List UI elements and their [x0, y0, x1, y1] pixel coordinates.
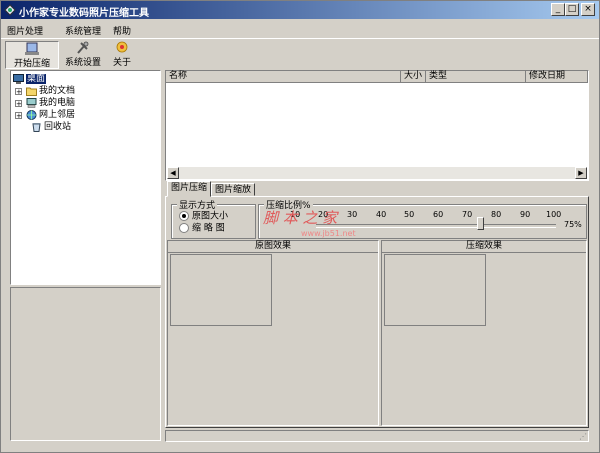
original-preview-pane: 原图效果 [167, 240, 379, 426]
system-settings-button[interactable]: 系统设置 [64, 41, 102, 69]
column-header-modified[interactable]: 修改日期 [526, 71, 588, 83]
menu-bar: 图片处理 系统管理 帮助 [1, 21, 599, 38]
radio-original-size-label: 原图大小 [192, 211, 229, 222]
tick-label: 30 [347, 210, 358, 219]
about-label: 关于 [112, 58, 131, 68]
tick-label: 60 [433, 210, 444, 219]
tree-node-my-documents[interactable]: 我的文档 [26, 85, 75, 97]
folder-icon [26, 87, 37, 96]
start-compress-button[interactable]: 开始压缩 [5, 41, 59, 69]
compressed-image-area [384, 254, 486, 326]
file-list[interactable]: 名称 大小 类型 修改日期 ◀ ▶ [165, 70, 589, 181]
about-icon [116, 41, 128, 53]
tree-node-my-documents-label: 我的文档 [39, 86, 76, 96]
tick-label: 50 [404, 210, 415, 219]
tree-node-network-places[interactable]: 网上邻居 [26, 109, 75, 121]
tree-node-recycle-bin-label: 回收站 [44, 122, 72, 132]
recycle-bin-icon [32, 122, 41, 132]
tick-label: 90 [520, 210, 531, 219]
tick-label: 100 [546, 210, 562, 219]
compression-percent: 75% [564, 220, 582, 229]
tick-label: 40 [376, 210, 387, 219]
tab-image-resize[interactable]: 图片缩放 [211, 183, 256, 196]
tree-node-my-computer-label: 我的电脑 [39, 98, 76, 108]
tree-node-my-computer[interactable]: 我的电脑 [26, 97, 75, 109]
about-button[interactable]: 关于 [108, 41, 136, 69]
column-header-name[interactable]: 名称 [166, 71, 401, 83]
compression-slider-track[interactable] [316, 224, 556, 228]
scroll-left-icon[interactable]: ◀ [167, 167, 179, 179]
compression-slider-thumb[interactable] [477, 217, 484, 230]
radio-original-size[interactable]: 原图大小 [179, 211, 228, 223]
tick-label: 80 [491, 210, 502, 219]
radio-thumbnail[interactable]: 缩 略 图 [179, 223, 225, 235]
system-settings-label: 系统设置 [64, 58, 101, 68]
computer-icon [26, 97, 37, 108]
resize-grip-icon[interactable]: ⋰ [579, 432, 587, 441]
radio-thumbnail-label: 缩 略 图 [192, 223, 225, 234]
tree-node-recycle-bin[interactable]: 回收站 [31, 121, 71, 133]
expand-my-documents[interactable]: + [15, 88, 22, 96]
menu-system-management[interactable]: 系统管理 [65, 24, 101, 37]
original-image-area [170, 254, 272, 326]
window-title: 小作家专业数码照片压缩工具 [19, 8, 149, 19]
title-bar[interactable]: 小作家专业数码照片压缩工具 _ □ × [1, 1, 599, 19]
expand-my-computer[interactable]: + [15, 100, 22, 108]
toolbar: 开始压缩 系统设置 关于 [1, 38, 599, 69]
watermark-text: 脚 本 之 家 [263, 209, 338, 227]
tree-node-desktop[interactable]: 桌面 [13, 73, 47, 85]
settings-icon [77, 41, 89, 54]
scroll-right-icon[interactable]: ▶ [575, 167, 587, 179]
radio-unchecked-icon[interactable] [179, 223, 189, 233]
minimize-button[interactable]: _ [551, 3, 565, 16]
column-header-size[interactable]: 大小 [401, 71, 426, 83]
network-icon [26, 109, 37, 120]
compress-icon [25, 42, 39, 55]
horizontal-scrollbar[interactable]: ◀ ▶ [167, 167, 587, 179]
maximize-button[interactable]: □ [565, 3, 579, 16]
compressed-pane-title: 压缩效果 [382, 241, 586, 253]
tree-node-desktop-label: 桌面 [26, 74, 47, 84]
radio-checked-icon[interactable] [179, 211, 189, 221]
watermark-url: www.jb51.net [301, 229, 356, 238]
app-icon [4, 4, 16, 16]
start-compress-label: 开始压缩 [13, 59, 50, 69]
close-button[interactable]: × [581, 3, 595, 16]
original-pane-title: 原图效果 [168, 241, 378, 253]
tab-image-compress[interactable]: 图片压缩 [167, 181, 212, 197]
app-window: 小作家专业数码照片压缩工具 _ □ × 图片处理 系统管理 帮助 开始压缩 系统… [0, 0, 600, 453]
tree-node-network-places-label: 网上邻居 [39, 110, 76, 120]
menu-help[interactable]: 帮助 [113, 24, 131, 37]
desktop-icon [13, 73, 24, 84]
compressed-preview-pane: 压缩效果 [381, 240, 587, 426]
tree-lower-panel [10, 287, 161, 441]
column-header-type[interactable]: 类型 [426, 71, 526, 83]
folder-tree[interactable]: 桌面 + 我的文档 + 我的电脑 + 网上邻居 回收站 [10, 70, 161, 285]
expand-network-places[interactable]: + [15, 112, 22, 120]
display-mode-legend: 显示方式 [177, 198, 218, 211]
menu-image-processing[interactable]: 图片处理 [7, 24, 43, 37]
tick-label: 70 [462, 210, 473, 219]
status-bar [165, 430, 589, 442]
